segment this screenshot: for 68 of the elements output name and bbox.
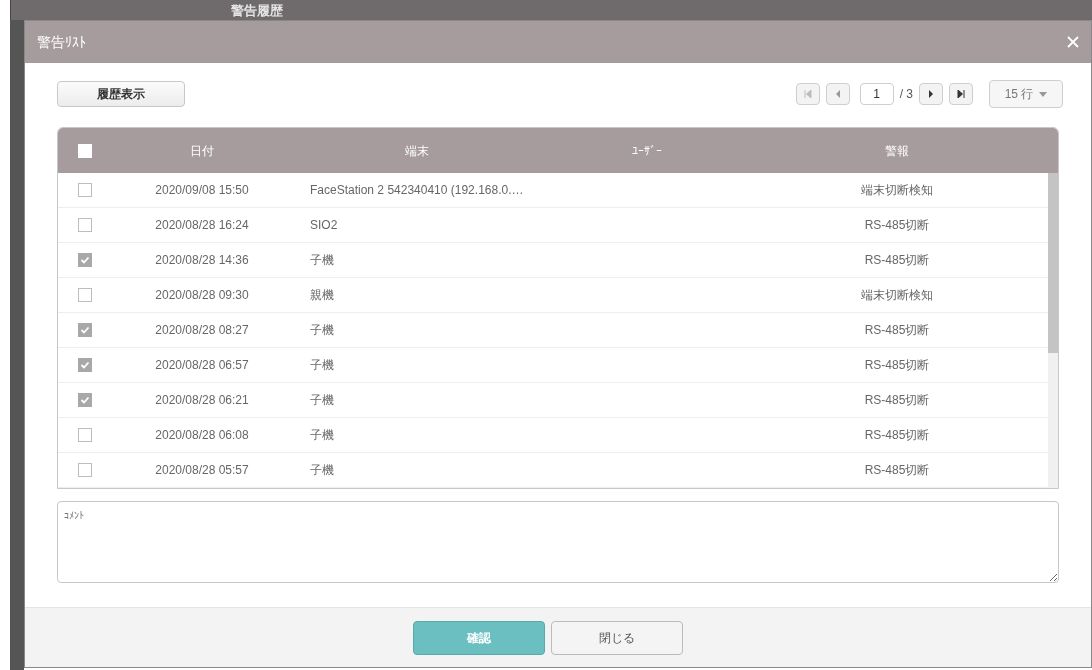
checkbox[interactable] — [78, 358, 92, 372]
date-cell-text: 2020/08/28 09:30 — [154, 287, 250, 304]
comment-field[interactable]: ｺﾒﾝﾄ — [57, 501, 1059, 583]
alert-cell-text: RS-485切断 — [863, 427, 931, 444]
table-row[interactable]: 2020/08/28 06:57 子機 RS-485切断 — [58, 348, 1048, 383]
alert-cell-text: 端末切断検知 — [860, 182, 934, 199]
terminal-cell-text: 子機 — [309, 462, 335, 479]
alert-cell-text: RS-485切断 — [863, 462, 931, 479]
checkbox[interactable] — [78, 428, 92, 442]
alert-cell-text: RS-485切断 — [863, 217, 931, 234]
date-cell-text: 2020/08/28 06:57 — [154, 357, 250, 374]
caret-icon — [1039, 91, 1048, 97]
close-icon[interactable] — [1067, 36, 1079, 48]
date-cell-text: 2020/08/28 05:57 — [154, 462, 250, 479]
checkbox[interactable] — [78, 463, 92, 477]
close-button[interactable]: 閉じる — [551, 620, 683, 655]
check-icon — [80, 255, 90, 265]
next-page-button[interactable] — [919, 83, 943, 105]
table-row[interactable]: 2020/08/28 14:36 子機 RS-485切断 — [58, 243, 1048, 278]
table-row[interactable]: 2020/08/28 08:27 子機 RS-485切断 — [58, 313, 1048, 348]
terminal-cell-text: 親機 — [309, 287, 335, 304]
table-row[interactable]: 2020/08/28 09:30 親機 端末切断検知 — [58, 278, 1048, 313]
previous-page-button[interactable] — [825, 83, 850, 105]
rows-per-page-dropdown[interactable]: 15 行 — [989, 80, 1063, 108]
first-page-button[interactable] — [795, 83, 820, 105]
date-cell-text: 2020/08/28 16:24 — [154, 217, 250, 234]
date-cell-text: 2020/08/28 14:36 — [154, 252, 250, 269]
table-row[interactable]: 2020/08/28 06:08 子機 RS-485切断 — [58, 418, 1048, 453]
alert-cell-text: RS-485切断 — [863, 252, 931, 269]
history-button[interactable]: 履歴表示 — [57, 81, 185, 107]
date-cell-text: 2020/08/28 08:27 — [154, 322, 250, 339]
page-number-field[interactable]: 1 — [859, 83, 894, 105]
table-row[interactable]: 2020/09/08 15:50 FaceStation 2 542340410 (192.168.0.… 端末切断検知 — [58, 173, 1048, 208]
scrollbar-thumb[interactable] — [1048, 173, 1058, 353]
terminal-cell-text: FaceStation 2 542340410 (192.168.0.… — [309, 182, 525, 199]
terminal-cell-text: 子機 — [309, 322, 335, 339]
check-icon — [80, 360, 90, 370]
table-row[interactable]: 2020/08/28 06:21 子機 RS-485切断 — [58, 383, 1048, 418]
table-row[interactable]: 2020/08/28 05:57 子機 RS-485切断 — [58, 453, 1048, 488]
alert-cell-text: RS-485切断 — [863, 392, 931, 409]
terminal-cell-text: 子機 — [309, 427, 335, 444]
last-page-icon — [957, 90, 965, 98]
terminal-cell-text: 子機 — [309, 357, 335, 374]
checkbox[interactable] — [78, 288, 92, 302]
date-cell-text: 2020/08/28 06:08 — [154, 427, 250, 444]
first-page-icon — [803, 90, 812, 98]
previous-page-icon — [834, 90, 841, 98]
checkbox[interactable] — [78, 393, 92, 407]
checkbox[interactable] — [78, 218, 92, 232]
page-title: 警告履歴 — [231, 3, 283, 17]
alert-cell-text: RS-485切断 — [863, 357, 931, 374]
checkbox[interactable] — [78, 183, 92, 197]
alert-cell-text: RS-485切断 — [863, 322, 931, 339]
checkbox[interactable] — [78, 253, 92, 267]
next-page-icon — [928, 90, 934, 98]
alert-cell-text: 端末切断検知 — [860, 287, 934, 304]
terminal-cell-text: SIO2 — [309, 217, 339, 234]
check-icon — [80, 395, 90, 405]
checkbox[interactable] — [78, 323, 92, 337]
terminal-cell-text: 子機 — [309, 392, 335, 409]
check-icon — [80, 325, 90, 335]
date-cell-text: 2020/08/28 06:21 — [154, 392, 250, 409]
date-cell-text: 2020/09/08 15:50 — [154, 182, 250, 199]
table-row[interactable]: 2020/08/28 16:24 SIO2 RS-485切断 — [58, 208, 1048, 243]
last-page-button[interactable] — [949, 83, 973, 105]
page-total: / 3 — [899, 86, 913, 103]
terminal-cell-text: 子機 — [309, 252, 335, 269]
dialog-title: 警告ﾘｽﾄ — [37, 32, 86, 52]
